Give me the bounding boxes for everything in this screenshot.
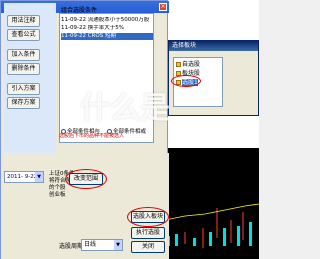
condition-list[interactable]: 11-09-22 流通股本小于50000万股 11-09-22 换手率大于5% … [59,13,154,143]
highlight-oval [127,207,169,227]
stock-screener-dialog: × 用法注释 查看公式 加入条件 删除条件 引入方案 保存方案 组合选股条件 1… [0,0,169,259]
date-picker[interactable]: 2011- 9-22 ▼ [4,171,44,183]
delete-condition-button[interactable]: 删除条件 [7,63,40,75]
add-condition-button[interactable]: 加入条件 [7,49,40,61]
import-scheme-button[interactable]: 引入方案 [7,83,40,95]
block-item[interactable]: 自选股 [176,61,200,68]
select-block-dialog: 选择板块 自选股 板块股 选股1 [168,40,259,116]
lower-panel: 2011- 9-22 ▼ 上证0条件 将符合条件 的个股 创业板 改变范围 选股… [1,153,169,259]
chevron-down-icon[interactable]: ▼ [35,172,43,182]
delisted-note: 选股后下市的品种不能被选入 [59,133,125,139]
save-scheme-button[interactable]: 保存方案 [7,97,40,109]
folder-icon [176,62,181,67]
condition-row[interactable]: 11-09-22 换手率大于5% [61,25,153,32]
highlight-oval [171,75,201,87]
usage-notes-button[interactable]: 用法注释 [7,15,40,27]
close-icon[interactable]: × [159,3,167,11]
condition-row-selected[interactable]: 11-09-22 CROS 短期 [61,33,153,40]
highlight-oval [65,169,107,189]
chevron-down-icon[interactable]: ▼ [114,240,122,250]
condition-row[interactable]: 11-09-22 流通股本小于50000万股 [61,17,153,24]
period-select[interactable]: 日线 ▼ [81,239,123,251]
close-button[interactable]: 关闭 [131,241,165,253]
dialog2-title[interactable]: 选择板块 [169,41,258,51]
view-formula-button[interactable]: 查看公式 [7,29,40,41]
run-selection-button[interactable]: 执行选股 [131,227,165,239]
